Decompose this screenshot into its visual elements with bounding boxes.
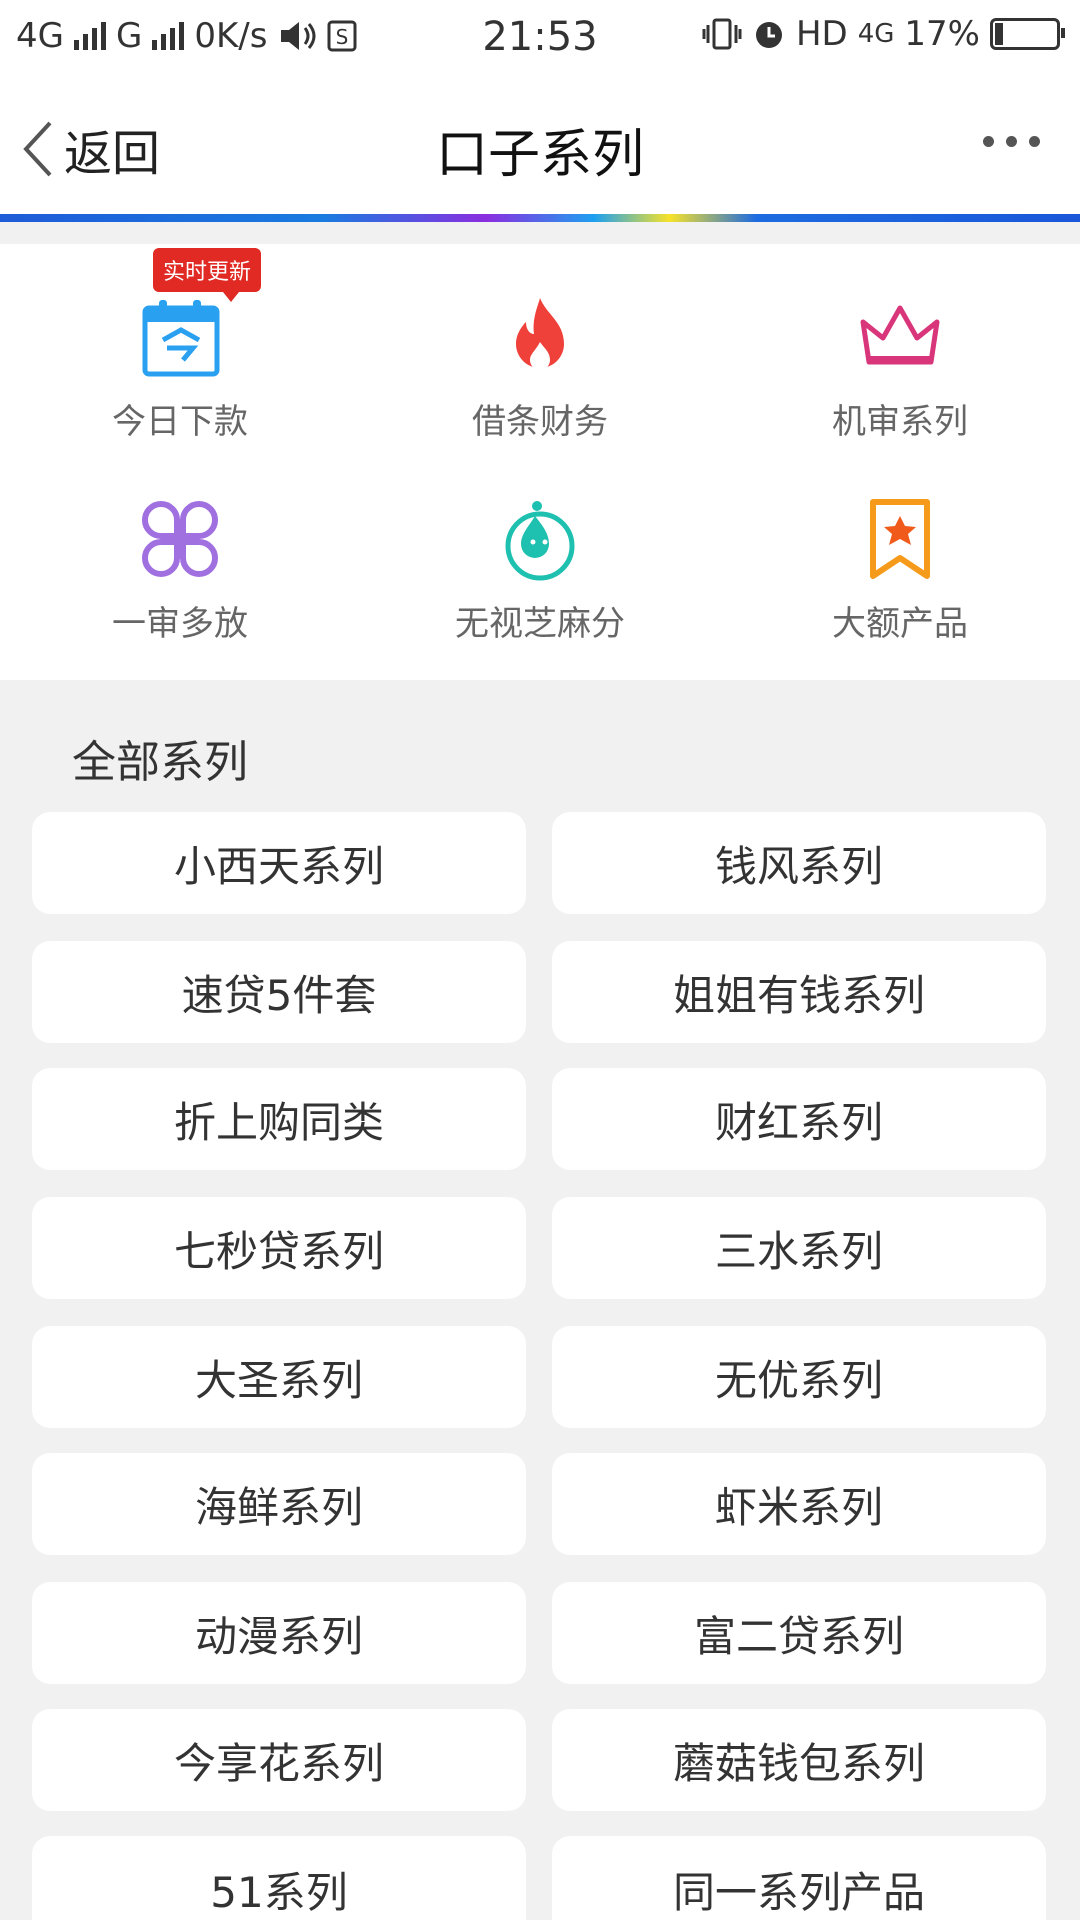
quick-item-label: 借条财务	[472, 402, 608, 442]
quick-item-label: 机审系列	[832, 402, 968, 442]
series-card[interactable]: 折上购同类	[32, 1068, 526, 1170]
star-bookmark-icon	[870, 499, 930, 579]
quick-item-large-amount[interactable]: 大额产品	[750, 494, 1050, 645]
sesame-drop-icon	[505, 501, 575, 581]
series-card[interactable]: 海鲜系列	[32, 1453, 526, 1555]
series-card[interactable]: 钱风系列	[552, 812, 1046, 914]
quick-categories: 今日下款 实时更新 借条财务 机审系列 一审多放 无视芝麻分 大额产品	[0, 244, 1080, 680]
quick-item-label: 无视芝麻分	[455, 604, 625, 644]
series-card[interactable]: 动漫系列	[32, 1582, 526, 1684]
fire-icon	[516, 298, 564, 370]
all-series-title: 全部系列	[72, 737, 248, 788]
vibrate-icon	[702, 18, 742, 50]
series-card[interactable]: 虾米系列	[552, 1453, 1046, 1555]
network-type-3: 4G	[857, 19, 895, 49]
series-card[interactable]: 今享花系列	[32, 1709, 526, 1811]
quick-item-label: 大额产品	[832, 604, 968, 644]
quick-item-today-loan[interactable]: 今日下款	[30, 292, 330, 443]
more-menu-icon[interactable]	[983, 136, 1040, 147]
calendar-icon	[142, 300, 220, 377]
series-card[interactable]: 三水系列	[552, 1197, 1046, 1299]
series-card[interactable]: 小西天系列	[32, 812, 526, 914]
status-right: HD 4G 17%	[702, 14, 1065, 54]
page-title: 口子系列	[435, 125, 644, 185]
series-card[interactable]: 大圣系列	[32, 1326, 526, 1428]
quick-item-label: 一审多放	[112, 604, 248, 644]
nav-header: 返回 口子系列	[0, 76, 1080, 216]
hd-label: HD	[795, 14, 848, 54]
header-gradient-divider	[0, 214, 1080, 222]
alarm-icon	[755, 22, 782, 48]
series-card[interactable]: 富二贷系列	[552, 1582, 1046, 1684]
series-card[interactable]: 无优系列	[552, 1326, 1046, 1428]
quick-item-machine-review[interactable]: 机审系列	[750, 292, 1050, 443]
realtime-update-badge: 实时更新	[153, 248, 262, 302]
status-bar: 4G G 0K/s S 21:53 HD 4G 17%	[0, 0, 1080, 76]
clover-icon	[142, 501, 218, 577]
series-card[interactable]: 七秒贷系列	[32, 1197, 526, 1299]
quick-item-label: 今日下款	[112, 402, 248, 442]
series-card[interactable]: 蘑菇钱包系列	[552, 1709, 1046, 1811]
series-card[interactable]: 51系列	[32, 1836, 526, 1920]
battery-icon	[990, 18, 1065, 50]
series-card[interactable]: 速贷5件套	[32, 941, 526, 1043]
quick-item-one-review-multi[interactable]: 一审多放	[30, 494, 330, 645]
quick-item-iou-finance[interactable]: 借条财务	[390, 292, 690, 443]
quick-item-ignore-sesame[interactable]: 无视芝麻分	[390, 494, 690, 645]
battery-percent: 17%	[904, 14, 980, 54]
series-card[interactable]: 财红系列	[552, 1068, 1046, 1170]
series-card[interactable]: 同一系列产品	[552, 1836, 1046, 1920]
crown-icon	[860, 305, 940, 365]
series-card[interactable]: 姐姐有钱系列	[552, 941, 1046, 1043]
